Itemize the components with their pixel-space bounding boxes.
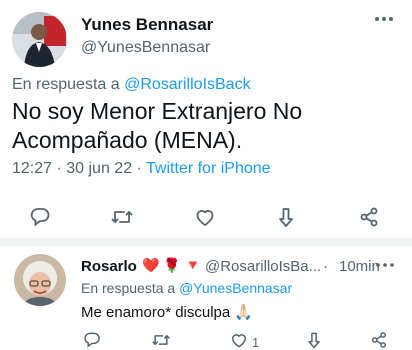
triangle-emoji: 🔻 (184, 257, 202, 273)
reply-icon[interactable] (28, 205, 52, 229)
author-handle[interactable]: @RosarilloIsBa... (205, 258, 321, 275)
avatar[interactable] (14, 254, 66, 306)
share-icon[interactable] (357, 205, 381, 229)
retweet-icon[interactable] (110, 205, 134, 229)
source-link[interactable]: Twitter for iPhone (146, 160, 271, 177)
divider (0, 238, 412, 246)
reply-prefix: En respuesta a (81, 280, 176, 296)
like-icon[interactable] (229, 330, 249, 350)
tweet-actions (0, 205, 412, 229)
reply-context: En respuesta a @RosarilloIsBack (12, 76, 251, 94)
reply-prefix: En respuesta a (12, 76, 120, 93)
reply-handle-link[interactable]: @YunesBennasar (179, 280, 292, 296)
reply-handle-link[interactable]: @RosarilloIsBack (124, 76, 251, 93)
like-icon[interactable] (193, 205, 217, 229)
share-icon[interactable] (369, 330, 389, 350)
reply-context: En respuesta a @YunesBennasar (81, 280, 292, 296)
more-options-icon[interactable] (374, 256, 396, 274)
tweet-text: No soy Menor Extranjero No Acompañado (M… (12, 98, 303, 153)
author-name[interactable]: Rosarlo (81, 258, 137, 275)
like-count: 1 (252, 335, 260, 350)
bookmark-icon[interactable] (274, 205, 298, 229)
rose-emoji: 🌹 (163, 257, 181, 273)
retweet-icon[interactable] (151, 330, 171, 350)
timestamp[interactable]: 12:27 · 30 jun 22 · (12, 160, 146, 177)
reply-actions (0, 330, 412, 350)
reply-tweet[interactable]: Rosarlo ❤️ 🌹 🔻 @RosarilloIsBa... · 10min… (0, 246, 412, 350)
avatar[interactable] (12, 12, 67, 67)
reply-icon[interactable] (82, 330, 102, 350)
heart-emoji: ❤️ (142, 257, 160, 273)
author-handle[interactable]: @YunesBennasar (81, 39, 210, 57)
main-tweet: Yunes Bennasar @YunesBennasar En respues… (0, 0, 412, 238)
more-options-icon[interactable] (372, 10, 396, 28)
reply-text: Me enamoro* disculpa 🙏🏻 (81, 304, 254, 321)
author-name[interactable]: Yunes Bennasar (81, 15, 213, 35)
bookmark-icon[interactable] (304, 330, 324, 350)
separator: · (323, 258, 328, 275)
tweet-meta: 12:27 · 30 jun 22 · Twitter for iPhone (12, 160, 271, 178)
